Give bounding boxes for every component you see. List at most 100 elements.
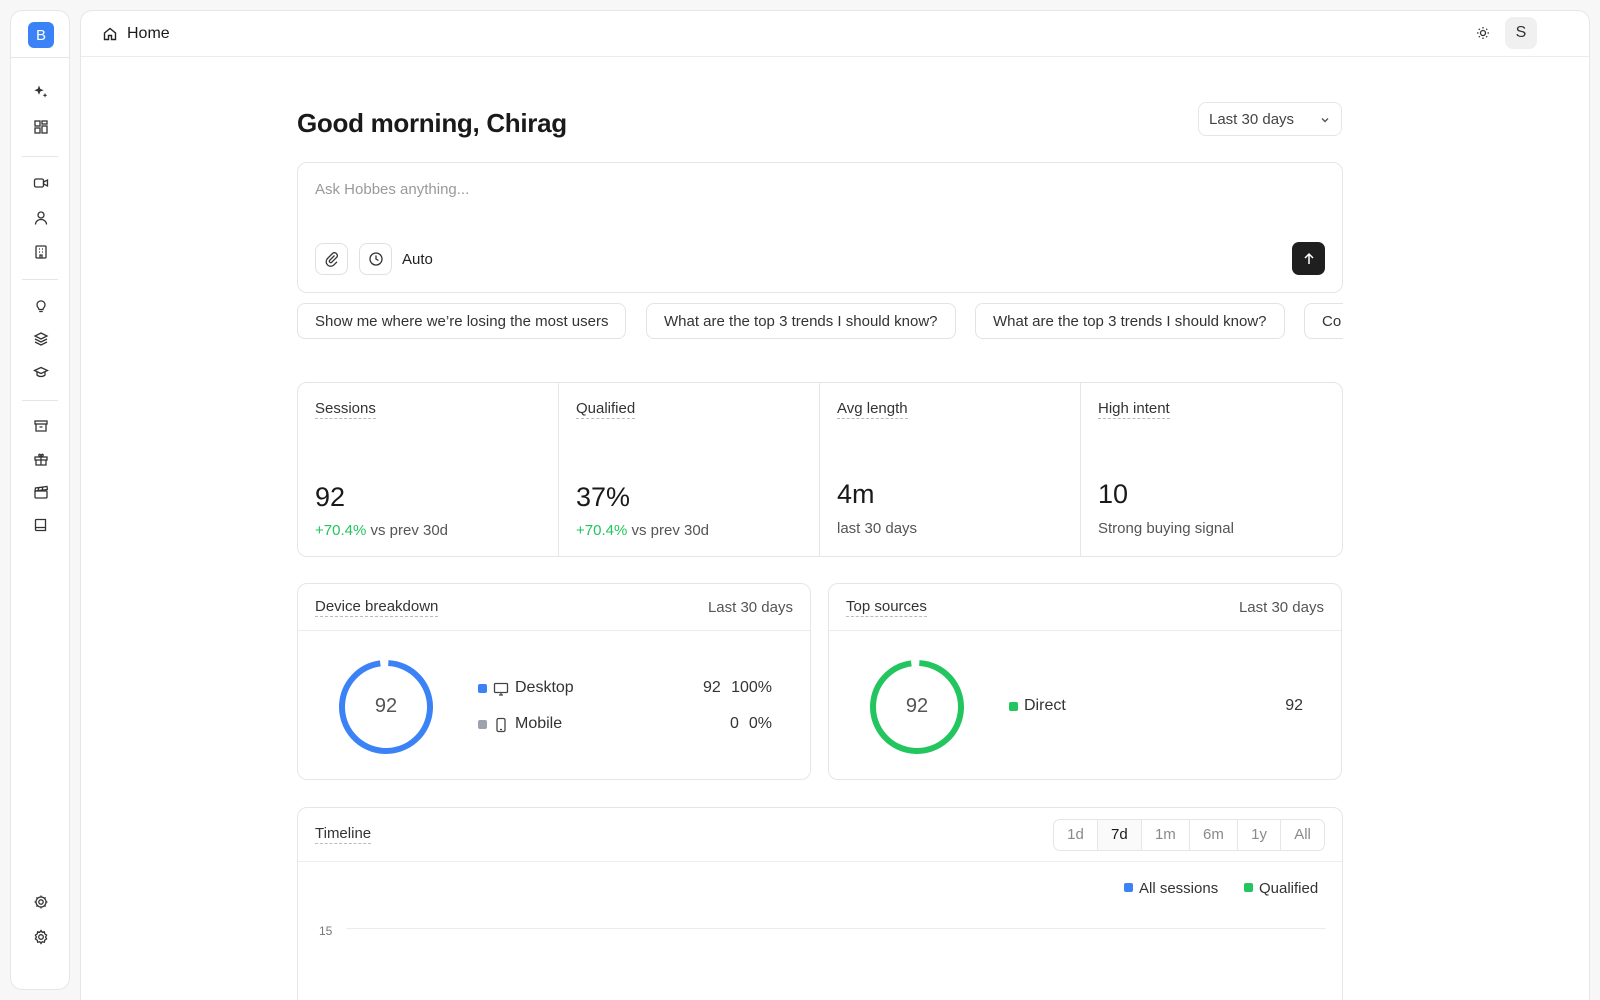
- card-title: Device breakdown: [315, 598, 439, 617]
- legend-dot: [1009, 702, 1018, 711]
- card-title: Top sources: [846, 598, 927, 617]
- sidebar-divider: [11, 57, 69, 58]
- stat-label: High intent: [1098, 400, 1170, 419]
- legend-all-sessions: All sessions: [1124, 880, 1218, 897]
- topbar: Home S: [81, 11, 1589, 57]
- legend-row-desktop: Desktop 92 100%: [478, 679, 772, 699]
- legend-label: Desktop: [515, 679, 574, 696]
- legend-row-mobile: Mobile 0 0%: [478, 715, 772, 735]
- home-icon[interactable]: [102, 26, 118, 42]
- stat-avg-length: Avg length 4m last 30 days: [820, 383, 1081, 556]
- y-axis-tick: 15: [319, 924, 333, 938]
- ask-input[interactable]: Ask Hobbes anything...: [315, 181, 469, 198]
- legend-dot: [478, 684, 487, 693]
- card-range: Last 30 days: [1238, 599, 1324, 616]
- legend-row-direct: Direct 92: [1009, 697, 1303, 717]
- card-title: Timeline: [315, 825, 372, 844]
- stat-high-intent: High intent 10 Strong buying signal: [1081, 383, 1342, 556]
- legend-count: 0: [730, 715, 739, 732]
- device-breakdown-card: Device breakdown Last 30 days 92 Desktop…: [297, 583, 811, 780]
- stat-value: 92: [315, 482, 346, 512]
- graduation-cap-icon[interactable]: [30, 361, 52, 383]
- monitor-icon: [493, 682, 509, 696]
- stat-value: 37%: [576, 482, 631, 512]
- stat-value: 4m: [837, 479, 875, 509]
- range-tab-all[interactable]: All: [1281, 820, 1324, 850]
- legend-dot: [1124, 883, 1133, 892]
- range-tab-1m[interactable]: 1m: [1142, 820, 1190, 850]
- legend-dot: [478, 720, 487, 729]
- stat-sub: Strong buying signal: [1098, 520, 1234, 537]
- date-range-select[interactable]: Last 30 days: [1198, 102, 1342, 136]
- settings-cog-icon[interactable]: [30, 891, 52, 913]
- legend-label: All sessions: [1139, 880, 1219, 897]
- stat-sub: vs prev 30d: [370, 522, 449, 539]
- workspace-logo[interactable]: B: [28, 22, 54, 48]
- card-header: Top sources Last 30 days: [829, 584, 1341, 631]
- card-range: Last 30 days: [707, 599, 793, 616]
- stat-delta: +70.4%: [315, 522, 367, 539]
- layers-icon[interactable]: [30, 328, 52, 350]
- timeline-card: Timeline 1d 7d 1m 6m 1y All All sessions…: [297, 807, 1343, 1000]
- suggestion-chip[interactable]: Co: [1304, 303, 1343, 339]
- book-icon[interactable]: [30, 514, 52, 536]
- range-tab-7d[interactable]: 7d: [1097, 820, 1142, 850]
- avatar[interactable]: S: [1505, 17, 1537, 49]
- breadcrumb[interactable]: Home: [127, 25, 170, 43]
- building-icon[interactable]: [30, 241, 52, 263]
- timeline-range-tabs: 1d 7d 1m 6m 1y All: [1053, 819, 1325, 851]
- stat-label: Sessions: [315, 400, 376, 419]
- ask-input-box[interactable]: Ask Hobbes anything... Auto: [297, 162, 1343, 293]
- paperclip-icon: [325, 252, 338, 267]
- stat-sub: last 30 days: [837, 520, 918, 537]
- send-button[interactable]: [1292, 242, 1325, 275]
- user-icon[interactable]: [30, 207, 52, 229]
- stat-change: +70.4% vs prev 30d: [315, 522, 448, 539]
- legend-label: Mobile: [515, 715, 563, 732]
- gear-icon[interactable]: [30, 926, 52, 948]
- stat-label: Qualified: [576, 400, 636, 419]
- sidebar-separator: [22, 156, 58, 157]
- arrow-up-icon: [1303, 252, 1314, 264]
- sun-icon[interactable]: [1475, 25, 1491, 41]
- top-sources-card: Top sources Last 30 days 92 Direct 92: [828, 583, 1342, 780]
- range-tab-1d[interactable]: 1d: [1054, 820, 1098, 850]
- main-panel: Home S Good morning, Chirag Last 30 days…: [80, 10, 1590, 1000]
- stats-row: Sessions 92 +70.4% vs prev 30d Qualified…: [297, 382, 1343, 557]
- attach-button[interactable]: [315, 243, 348, 275]
- lightbulb-icon[interactable]: [30, 295, 52, 317]
- stat-qualified: Qualified 37% +70.4% vs prev 30d: [559, 383, 820, 556]
- legend-label: Qualified: [1259, 880, 1319, 897]
- sidebar-separator: [22, 400, 58, 401]
- stat-sessions: Sessions 92 +70.4% vs prev 30d: [298, 383, 559, 556]
- suggestion-chip[interactable]: What are the top 3 trends I should know?: [975, 303, 1285, 339]
- legend-count: 92: [1285, 697, 1303, 714]
- suggestion-chip[interactable]: What are the top 3 trends I should know?: [646, 303, 956, 339]
- chevron-down-icon: [1321, 118, 1329, 123]
- range-tab-6m[interactable]: 6m: [1190, 820, 1238, 850]
- sidebar: B: [10, 10, 70, 990]
- stat-change: +70.4% vs prev 30d: [576, 522, 709, 539]
- mode-selector[interactable]: Auto: [402, 251, 433, 268]
- stat-label: Avg length: [837, 400, 908, 419]
- page-title: Good morning, Chirag: [297, 108, 567, 138]
- legend-count: 92: [703, 679, 721, 696]
- gift-icon[interactable]: [30, 448, 52, 470]
- donut-total: 92: [374, 695, 398, 717]
- legend-pct: 0%: [748, 715, 772, 732]
- date-range-value: Last 30 days: [1209, 111, 1295, 128]
- mobile-icon: [496, 717, 506, 733]
- dashboard-icon[interactable]: [30, 116, 52, 138]
- suggestion-chip[interactable]: Show me where we’re losing the most user…: [297, 303, 627, 339]
- legend-dot: [1244, 883, 1253, 892]
- archive-icon[interactable]: [30, 415, 52, 437]
- legend-label: Direct: [1024, 697, 1066, 714]
- clapperboard-icon[interactable]: [30, 481, 52, 503]
- card-header: Timeline 1d 7d 1m 6m 1y All: [298, 808, 1342, 862]
- video-icon[interactable]: [30, 172, 52, 194]
- range-tab-1y[interactable]: 1y: [1238, 820, 1282, 850]
- gridline: [346, 928, 1326, 929]
- history-button[interactable]: [359, 243, 392, 275]
- sparkles-icon[interactable]: [30, 81, 52, 103]
- stat-delta: +70.4%: [576, 522, 628, 539]
